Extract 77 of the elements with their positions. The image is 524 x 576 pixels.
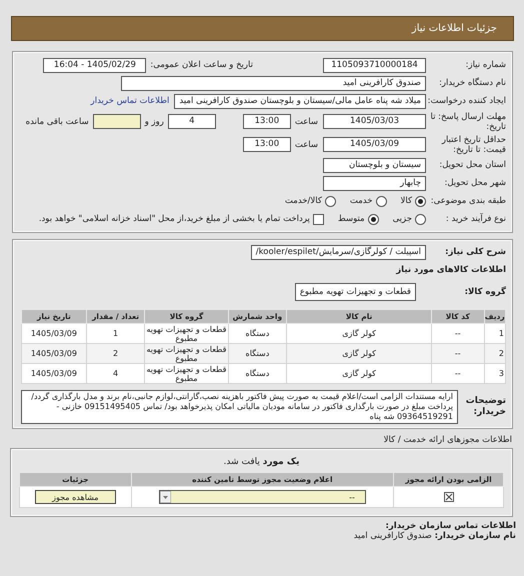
field-label: نام دستگاه خریدار: — [438, 78, 506, 88]
text-field[interactable] — [92, 114, 141, 129]
table-cell: 2 — [86, 344, 145, 364]
table-cell: -- — [432, 364, 484, 384]
field-value: صندوق کارافرینی امید — [354, 531, 432, 541]
table-cell: -- — [432, 324, 484, 344]
field-label: شهر محل تحویل: — [443, 178, 506, 188]
table-cell: دستگاه — [228, 344, 287, 364]
option-label: متوسط — [338, 214, 365, 224]
field-label: ساعت باقی مانده — [26, 116, 89, 126]
field-label: شماره نیاز: — [464, 60, 506, 70]
page-header: جزئیات اطلاعات نیاز — [11, 16, 514, 41]
option-label: کالا — [400, 196, 412, 206]
field-label: شرح کلی نیاز: — [444, 247, 506, 257]
table-cell: قطعات و تجهیزات تهویه مطبوع — [144, 364, 228, 384]
text-field[interactable]: 1105093710000184 — [323, 58, 426, 72]
time-field[interactable]: 13:00 — [242, 114, 291, 129]
checkbox[interactable] — [312, 214, 324, 224]
section-title: اطلاعات مجوزهای ارائه خدمت / کالا — [382, 435, 512, 445]
field-label: استان محل تحویل: — [438, 160, 506, 170]
contact-link[interactable]: اطلاعات تماس خریدار — [90, 96, 170, 106]
dropdown-arrow-icon[interactable] — [160, 491, 171, 503]
radio-button[interactable] — [376, 196, 387, 206]
description-text: ارایه مستندات الزامی است/اعلام قیمت به صورت پیش فاکتور باهزینه نصب،گارانتی،لوازم جانبی،نام برند و مدل بارگذاری گردد/پرداخت مبلغ در صورت بارگذاری فاکتور در سامانه مودیان مالیاتی امکان پذیرخواهد بود/ تماس 09151495405 خازنی - 09364519291 شه پناه — [21, 390, 458, 424]
radio-button[interactable] — [368, 214, 379, 224]
table-cell: قطعات و تجهیزات تهویه مطبوع — [144, 324, 228, 344]
field-label: تاریخ و ساعت اعلان عمومی: — [150, 60, 253, 70]
field-label: نام سازمان خریدار: — [434, 531, 516, 541]
text-field[interactable]: سیستان و بلوچستان — [323, 158, 426, 172]
field-label: حداقل تاریخ اعتبار قیمت: تا تاریخ: — [440, 134, 506, 154]
table-cell: کولر گازی — [286, 324, 432, 344]
section-title: اطلاعات کالاهای مورد نیاز — [396, 265, 506, 275]
table-cell: 4 — [86, 364, 145, 384]
table-cell: دستگاه — [228, 324, 287, 344]
table-cell: 3 — [484, 364, 506, 384]
field-label: توضیحات خریدار: — [464, 396, 506, 418]
date-field[interactable]: 1405/03/03 — [323, 114, 426, 129]
field-label: گروه کالا: — [464, 287, 506, 297]
field-label: ایجاد کننده درخواست: — [426, 96, 506, 106]
view-license-button[interactable]: مشاهده مجوز — [34, 490, 116, 504]
option-label: خدمت — [350, 196, 373, 206]
text-field[interactable]: اسپیلت / کولرگازی/سرمایش/kooler/espilet/ — [250, 244, 426, 260]
table-cell: 1 — [484, 324, 506, 344]
field-label: ساعت — [294, 116, 318, 126]
time-field[interactable]: 13:00 — [242, 137, 291, 152]
table-cell: 1 — [86, 324, 145, 344]
table-cell: قطعات و تجهیزات تهویه مطبوع — [144, 344, 228, 364]
text-field[interactable]: 1405/02/29 - 16:04 — [43, 58, 146, 72]
table-cell: 1405/03/09 — [22, 364, 86, 384]
field-label: مهلت ارسال پاسخ: تا تاریخ: — [430, 112, 506, 132]
checkbox-label: پرداخت تمام یا بخشی از مبلغ خرید،از محل "اسناد خزانه اسلامی" خواهد بود. — [38, 214, 310, 224]
field-label: ساعت — [294, 140, 318, 150]
table-cell: دستگاه — [228, 364, 287, 384]
table-cell: 1405/03/09 — [22, 324, 86, 344]
text-field[interactable]: قطعات و تجهیزات تهویه مطبوع — [294, 283, 416, 301]
date-field[interactable]: 1405/03/09 — [323, 137, 426, 152]
status-select[interactable]: -- — [158, 490, 366, 504]
text-field[interactable]: 4 — [168, 114, 216, 129]
text-field[interactable]: میلاد شه پناه عامل مالی/سیستان و بلوچستان صندوق کارافرینی امید — [174, 94, 426, 108]
table-cell: کولر گازی — [286, 344, 432, 364]
option-label: جزیی — [392, 214, 412, 224]
results-count: یک مورد یافت شد. — [222, 457, 300, 467]
radio-button[interactable] — [415, 196, 426, 206]
table-cell: کولر گازی — [286, 364, 432, 384]
radio-button[interactable] — [324, 196, 336, 206]
field-label: روز و — [144, 116, 164, 126]
section-title: اطلاعات تماس سازمان خریدار: — [384, 521, 516, 531]
field-label: طبقه بندی موضوعی: — [430, 196, 506, 206]
table-cell: -- — [432, 344, 484, 364]
field-label: نوع فرآیند خرید : — [444, 214, 506, 224]
radio-button[interactable] — [415, 214, 426, 224]
checkbox[interactable] — [444, 492, 454, 502]
option-label: کالا/خدمت — [284, 196, 322, 206]
table-cell: 2 — [484, 344, 506, 364]
text-field[interactable]: چابهار — [323, 176, 426, 190]
text-field[interactable]: صندوق کارافرینی امید — [121, 76, 426, 90]
table-cell: 1405/03/09 — [22, 344, 86, 364]
